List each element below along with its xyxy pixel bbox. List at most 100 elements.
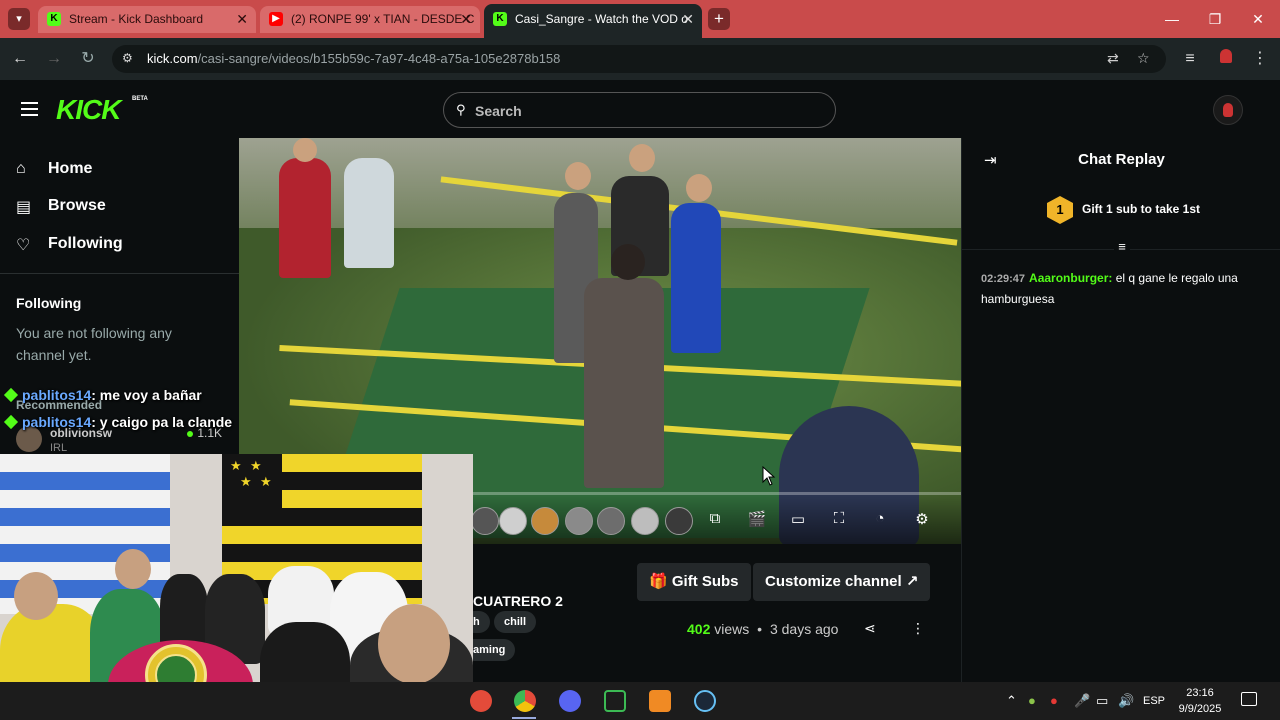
tab-search-icon[interactable]: ▾ bbox=[8, 8, 30, 30]
volume-icon[interactable]: 🔊 bbox=[1118, 693, 1134, 709]
clip-icon[interactable]: ⧉ bbox=[704, 510, 726, 527]
new-tab-plus-icon[interactable]: + bbox=[708, 8, 730, 30]
gift-subs-button[interactable]: 🎁 Gift Subs bbox=[637, 563, 751, 601]
sidebar-item-label: Following bbox=[48, 235, 123, 252]
following-heading: Following bbox=[16, 295, 82, 311]
active-app-indicator bbox=[512, 717, 536, 719]
search-placeholder: Search bbox=[475, 103, 522, 119]
video-figure bbox=[584, 278, 664, 488]
following-empty-text: You are not following any channel yet. bbox=[16, 325, 172, 363]
overlay-chat-message: pablitos14: me voy a bañar bbox=[3, 387, 202, 403]
hamburger-menu-icon[interactable] bbox=[21, 102, 38, 116]
sponsor-logo bbox=[597, 507, 625, 535]
windows-taskbar: ⌃ ● ● 🎤 ▭ 🔊 ESP 23:16 9/9/2025 bbox=[0, 682, 1280, 720]
kick-logo[interactable]: KICK bbox=[56, 94, 121, 126]
profile-avatar-icon[interactable] bbox=[1216, 49, 1236, 69]
browser-menu-icon[interactable]: ⋮ bbox=[1250, 49, 1270, 69]
message-username[interactable]: Aaaronburger bbox=[1029, 271, 1108, 285]
tab-kick-dashboard[interactable]: K Stream - Kick Dashboard ✕ bbox=[38, 6, 256, 33]
tab-youtube[interactable]: ▶ (2) RONPE 99' x TIAN - DESDE C ✕ bbox=[260, 6, 480, 33]
youtube-favicon-icon: ▶ bbox=[269, 12, 283, 26]
video-figure-head bbox=[293, 138, 317, 162]
overlay-username: pablitos14 bbox=[22, 387, 92, 403]
notification-icon[interactable] bbox=[1241, 692, 1257, 706]
steam-app-icon[interactable] bbox=[694, 690, 716, 712]
translate-icon[interactable]: ⇄ bbox=[1107, 50, 1119, 67]
video-figure-head bbox=[565, 162, 591, 190]
media-controls-icon[interactable]: ≡ bbox=[1180, 49, 1200, 69]
heart-icon: ♡ bbox=[16, 237, 31, 254]
tray-app-icon[interactable]: ● bbox=[1050, 693, 1058, 708]
cam-figure-face bbox=[14, 572, 58, 620]
sidebar-item-label: Home bbox=[48, 160, 93, 177]
minimize-icon[interactable]: — bbox=[1162, 9, 1182, 29]
views-count: 402 bbox=[687, 621, 711, 637]
playback-speed-icon[interactable]: ◔ bbox=[869, 510, 891, 527]
overlay-text: : me voy a bañar bbox=[91, 387, 202, 403]
settings-gear-icon[interactable]: ⚙ bbox=[911, 510, 933, 528]
browse-icon: ▤ bbox=[16, 199, 32, 216]
share-icon[interactable]: ⋖ bbox=[864, 620, 876, 637]
language-indicator[interactable]: ESP bbox=[1143, 695, 1165, 707]
chat-panel: ⇥ Chat Replay 1 Gift 1 sub to take 1st ≡… bbox=[961, 138, 1280, 682]
clock-time: 23:16 bbox=[1186, 687, 1214, 699]
video-figure bbox=[344, 158, 394, 268]
views-label: views bbox=[714, 621, 750, 637]
site-info-icon[interactable]: ⚙ bbox=[122, 51, 133, 65]
tab-title: (2) RONPE 99' x TIAN - DESDE C bbox=[291, 12, 475, 26]
expand-pinned-icon[interactable]: ≡ bbox=[1114, 239, 1130, 255]
message-timestamp: 02:29:47 bbox=[981, 273, 1026, 285]
clapperboard-icon[interactable]: 🎬 bbox=[746, 510, 768, 528]
sponsor-logo bbox=[631, 507, 659, 535]
bookmark-star-icon[interactable]: ☆ bbox=[1137, 50, 1150, 67]
stats-app-icon[interactable] bbox=[604, 690, 626, 712]
overlay-username: pablitos14 bbox=[22, 414, 92, 430]
cam-figure-face bbox=[378, 604, 450, 684]
user-avatar[interactable] bbox=[1213, 95, 1243, 125]
reload-icon[interactable]: ↻ bbox=[78, 49, 98, 69]
video-figure-head bbox=[611, 244, 645, 280]
sidebar-divider bbox=[0, 273, 239, 274]
tab-title: Stream - Kick Dashboard bbox=[69, 12, 204, 26]
theater-mode-icon[interactable]: ▭ bbox=[787, 510, 809, 528]
address-bar[interactable]: ⚙ kick.com/casi-sangre/videos/b155b59c-7… bbox=[112, 45, 1166, 73]
overlay-text: : y caigo pa la clande bbox=[91, 414, 233, 430]
network-icon[interactable]: ▭ bbox=[1096, 693, 1108, 709]
customize-channel-button[interactable]: Customize channel ↗ bbox=[753, 563, 931, 601]
clock-date: 9/9/2025 bbox=[1178, 703, 1222, 715]
discord-app-icon[interactable] bbox=[559, 690, 581, 712]
tray-expand-icon[interactable]: ⌃ bbox=[1006, 693, 1017, 709]
tab-casi-sangre-vod[interactable]: K Casi_Sangre - Watch the VOD o ✕ bbox=[484, 4, 702, 38]
close-icon[interactable]: ✕ bbox=[682, 4, 694, 34]
maximize-icon[interactable]: ❐ bbox=[1205, 9, 1225, 29]
chat-message: 02:29:47 Aaaronburger: el q gane le regal… bbox=[981, 268, 1266, 309]
close-icon[interactable]: ✕ bbox=[460, 6, 472, 33]
close-icon[interactable]: ✕ bbox=[236, 6, 248, 33]
sponsor-logo bbox=[471, 507, 499, 535]
microphone-icon[interactable]: 🎤 bbox=[1074, 693, 1090, 709]
star-icon: ★ bbox=[260, 474, 272, 489]
url-text: kick.com/casi-sangre/videos/b155b59c-7a9… bbox=[147, 51, 561, 66]
system-clock[interactable]: 23:16 9/9/2025 bbox=[1173, 685, 1227, 717]
rank-badge-icon: 1 bbox=[1047, 196, 1073, 224]
more-options-icon[interactable]: ⋮ bbox=[911, 620, 925, 637]
sponsor-logo bbox=[565, 507, 593, 535]
star-icon: ★ bbox=[230, 458, 242, 473]
sponsor-logo bbox=[499, 507, 527, 535]
kick-favicon-icon: K bbox=[493, 12, 507, 26]
fl-studio-app-icon[interactable] bbox=[649, 690, 671, 712]
tray-app-icon[interactable]: ● bbox=[1028, 693, 1036, 708]
forward-arrow-icon[interactable]: → bbox=[44, 49, 64, 69]
video-age: 3 days ago bbox=[769, 621, 839, 637]
search-input[interactable]: ⚲ Search bbox=[443, 92, 836, 128]
window-close-icon[interactable]: ✕ bbox=[1248, 9, 1268, 29]
chrome-app-icon[interactable] bbox=[514, 690, 536, 712]
video-figure bbox=[671, 203, 721, 353]
tag-pill[interactable]: chill bbox=[494, 611, 537, 633]
kick-badge-icon bbox=[3, 387, 19, 403]
gift-prompt-text: Gift 1 sub to take 1st bbox=[1082, 202, 1201, 216]
chrome-app-icon[interactable] bbox=[470, 690, 492, 712]
fullscreen-icon[interactable]: ⛶ bbox=[828, 510, 850, 527]
back-arrow-icon[interactable]: ← bbox=[10, 49, 30, 69]
beta-label: BETA bbox=[132, 96, 148, 102]
